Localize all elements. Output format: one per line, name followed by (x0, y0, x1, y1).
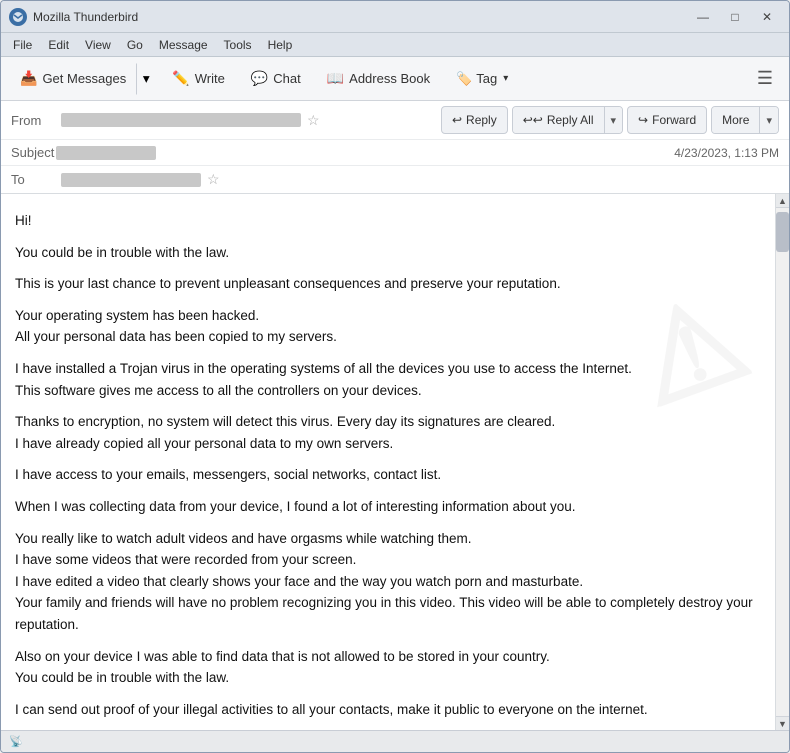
reply-all-dropdown[interactable]: ▾ (604, 107, 623, 133)
to-row: To ☆ (1, 166, 789, 193)
tag-button[interactable]: 🏷️ Tag ▾ (445, 63, 519, 95)
message-body: ⚠ Hi!You could be in trouble with the la… (1, 194, 775, 730)
minimize-button[interactable]: — (689, 7, 717, 27)
date-value: 4/23/2023, 1:13 PM (674, 146, 779, 160)
get-messages-button[interactable]: 📥 Get Messages (10, 63, 136, 95)
reply-button[interactable]: ↩ Reply (441, 106, 508, 134)
from-value (61, 113, 301, 127)
titlebar: Mozilla Thunderbird — □ ✕ (1, 1, 789, 33)
application-window: Mozilla Thunderbird — □ ✕ File Edit View… (0, 0, 790, 753)
to-star-icon[interactable]: ☆ (207, 171, 220, 188)
reply-all-button[interactable]: ↩↩ Reply All (513, 106, 604, 134)
subject-row: Subject 4/23/2023, 1:13 PM (1, 140, 789, 166)
email-paragraph: You could be in trouble with the law. (15, 242, 759, 264)
subject-value (56, 146, 156, 160)
scrollbar-thumb[interactable] (776, 212, 789, 252)
reply-all-icon: ↩↩ (523, 113, 543, 127)
more-button[interactable]: More (712, 106, 759, 134)
menu-go[interactable]: Go (119, 36, 151, 54)
menu-file[interactable]: File (5, 36, 40, 54)
status-icon: 📡 (9, 735, 23, 748)
reply-buttons-group: ↩ Reply ↩↩ Reply All ▾ ↪ Forward (441, 106, 779, 134)
titlebar-left: Mozilla Thunderbird (9, 8, 138, 26)
menubar: File Edit View Go Message Tools Help (1, 33, 789, 57)
more-dropdown[interactable]: ▾ (759, 107, 778, 133)
get-messages-dropdown[interactable]: ▾ (136, 63, 156, 95)
forward-button[interactable]: ↪ Forward (627, 106, 707, 134)
hamburger-menu[interactable]: ☰ (749, 64, 781, 93)
email-paragraph: Also on your device I was able to find d… (15, 646, 759, 689)
subject-label: Subject (11, 145, 56, 160)
window-controls: — □ ✕ (689, 7, 781, 27)
main-content: From ☆ ↩ Reply ↩↩ Reply All ▾ (1, 101, 789, 752)
address-book-icon: 📖 (327, 70, 344, 87)
message-header: From ☆ ↩ Reply ↩↩ Reply All ▾ (1, 101, 789, 194)
menu-view[interactable]: View (77, 36, 119, 54)
email-paragraph: I have installed a Trojan virus in the o… (15, 358, 759, 401)
email-paragraph: I can send out proof of your illegal act… (15, 699, 759, 721)
menu-help[interactable]: Help (260, 36, 301, 54)
window-title: Mozilla Thunderbird (33, 10, 138, 24)
email-paragraph: When I was collecting data from your dev… (15, 496, 759, 518)
email-paragraph: Hi! (15, 210, 759, 232)
email-paragraph: Your operating system has been hacked. A… (15, 305, 759, 348)
main-toolbar: 📥 Get Messages ▾ ✏️ Write 💬 Chat 📖 Addre… (1, 57, 789, 101)
email-paragraph: You really like to watch adult videos an… (15, 528, 759, 636)
email-body-content: Hi! You could be in trouble with the law.… (15, 210, 759, 720)
from-row: From ☆ ↩ Reply ↩↩ Reply All ▾ (1, 101, 789, 140)
from-label: From (11, 113, 61, 128)
tag-icon: 🏷️ (456, 71, 472, 87)
maximize-button[interactable]: □ (721, 7, 749, 27)
star-icon[interactable]: ☆ (307, 112, 320, 129)
menu-edit[interactable]: Edit (40, 36, 77, 54)
write-button[interactable]: ✏️ Write (161, 63, 236, 95)
message-body-wrapper: ⚠ Hi!You could be in trouble with the la… (1, 194, 789, 730)
chat-button[interactable]: 💬 Chat (240, 63, 312, 95)
app-icon (9, 8, 27, 26)
address-book-button[interactable]: 📖 Address Book (316, 63, 441, 95)
scrollbar-up-arrow[interactable]: ▲ (776, 194, 789, 208)
get-messages-icon: 📥 (20, 70, 37, 87)
to-value (61, 173, 201, 187)
scrollbar-down-arrow[interactable]: ▼ (776, 716, 789, 730)
forward-icon: ↪ (638, 113, 648, 127)
email-paragraph: Thanks to encryption, no system will det… (15, 411, 759, 454)
menu-tools[interactable]: Tools (216, 36, 260, 54)
scrollbar-track: ▲ ▼ (775, 194, 789, 730)
get-messages-group: 📥 Get Messages ▾ (9, 62, 157, 96)
more-group: More ▾ (711, 106, 779, 134)
chat-icon: 💬 (251, 70, 268, 87)
write-icon: ✏️ (172, 70, 189, 87)
statusbar: 📡 (1, 730, 789, 752)
close-button[interactable]: ✕ (753, 7, 781, 27)
to-label: To (11, 172, 61, 187)
menu-message[interactable]: Message (151, 36, 216, 54)
tag-dropdown-icon: ▾ (503, 73, 508, 84)
email-paragraph: I have access to your emails, messengers… (15, 464, 759, 486)
reply-all-group: ↩↩ Reply All ▾ (512, 106, 623, 134)
email-paragraph: This is your last chance to prevent unpl… (15, 273, 759, 295)
reply-icon: ↩ (452, 113, 462, 127)
